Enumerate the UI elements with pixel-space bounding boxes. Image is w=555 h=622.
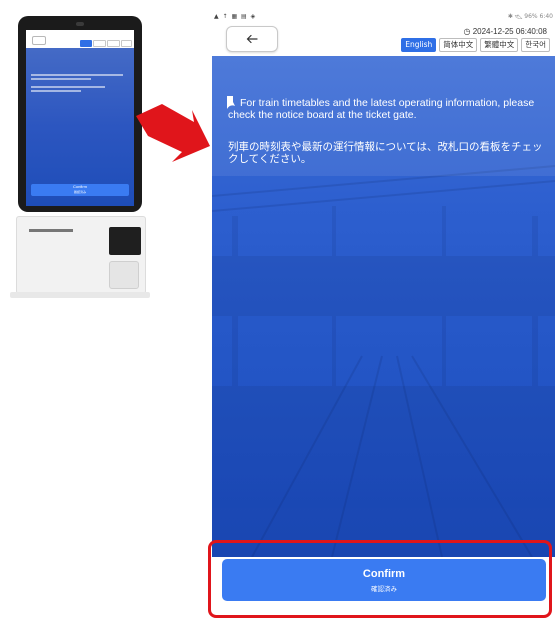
kiosk-thumb-confirm-sublabel: 確認済み: [73, 190, 86, 194]
kiosk-thumb-lang: [121, 40, 132, 47]
kiosk-screen-thumbnail: Confirm 確認済み: [26, 30, 134, 206]
kiosk-screen: ▲ ↑ ▦ ▤ ◈ ✱ ▿◺ 96% 6:40 ◷ 2024-12-25 06:…: [212, 12, 555, 607]
status-bar: ▲ ↑ ▦ ▤ ◈ ✱ ▿◺ 96% 6:40: [212, 12, 555, 24]
language-selector: English 简体中文 繁體中文 한국어: [401, 38, 550, 52]
kiosk-thumb-text-line: [31, 90, 81, 92]
kiosk-thumb-text-line: [31, 74, 123, 76]
kiosk-card-reader: [109, 227, 141, 255]
confirm-button-label: Confirm: [362, 568, 406, 580]
status-icons-right: ✱ ▿◺ 96% 6:40: [507, 13, 553, 20]
kiosk-thumb-text-line: [31, 86, 105, 88]
lang-button-simplified-chinese[interactable]: 简体中文: [439, 38, 478, 52]
lang-button-english[interactable]: English: [401, 38, 437, 52]
kiosk-base: [10, 292, 150, 298]
back-button[interactable]: [226, 26, 278, 52]
kiosk-thumb-lang: [93, 40, 106, 47]
kiosk-camera: [76, 22, 84, 26]
confirm-button-sublabel: 確認済み: [371, 585, 397, 593]
arrow-left-icon: [246, 34, 258, 44]
kiosk-ticket-slot: [29, 229, 73, 232]
confirm-area: Confirm 確認済み: [212, 557, 555, 607]
kiosk-nfc-pad: [109, 261, 139, 289]
confirm-button[interactable]: Confirm 確認済み: [222, 559, 546, 601]
kiosk-thumb-lang: [107, 40, 120, 47]
kiosk-thumb-header: [26, 30, 134, 48]
kiosk-display-housing: Confirm 確認済み: [18, 16, 142, 212]
lang-button-traditional-chinese[interactable]: 繁體中文: [480, 38, 519, 52]
kiosk-thumb-back: [32, 36, 46, 45]
notice-panel: For train timetables and the latest oper…: [212, 56, 555, 557]
kiosk-thumb-confirm: Confirm 確認済み: [31, 184, 129, 196]
lang-button-korean[interactable]: 한국어: [521, 38, 550, 52]
kiosk-thumb-text-line: [31, 78, 91, 80]
status-icons-left: ▲ ↑ ▦ ▤ ◈: [214, 13, 257, 20]
station-background-image: [212, 56, 555, 557]
red-arrow-icon: [136, 104, 210, 162]
notice-text-english: For train timetables and the latest oper…: [228, 97, 535, 121]
notice-text-japanese: 列車の時刻表や最新の運行情報については、改札口の看板をチェックしてください。: [228, 141, 543, 165]
kiosk-printer-body: [16, 216, 146, 294]
datetime-display: ◷ 2024-12-25 06:40:08: [463, 27, 548, 36]
kiosk-device-illustration: Confirm 確認済み: [10, 16, 150, 298]
kiosk-thumb-lang: [80, 40, 92, 47]
